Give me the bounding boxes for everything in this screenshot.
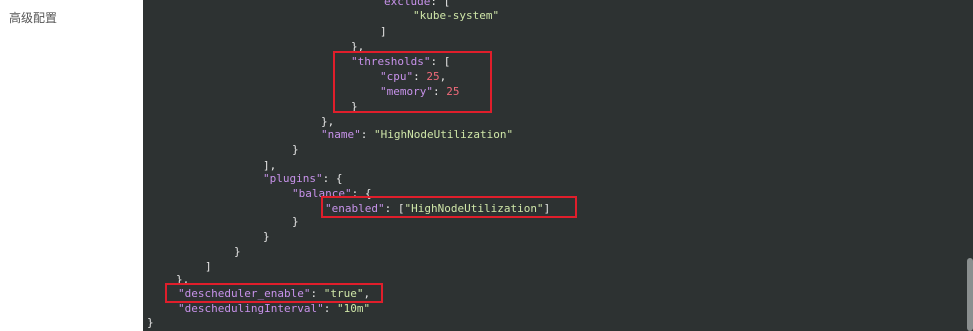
scrollbar-thumb[interactable] [967, 258, 973, 331]
code-line: } [234, 245, 241, 258]
code-line: "deschedulingInterval": "10m" [178, 302, 371, 315]
enabled-highlight-box [321, 196, 577, 218]
code-line: "kube-system" [413, 9, 500, 22]
code-line: } [292, 143, 299, 156]
code-line: } [263, 230, 270, 243]
code-line: "plugins": { [263, 172, 343, 185]
descheduler-enable-highlight-box [165, 283, 383, 303]
thresholds-highlight-box [333, 51, 492, 113]
code-line: "name": "HighNodeUtilization" [321, 128, 514, 141]
json-code-editor[interactable]: exclude: [ "kube-system" ] }, "threshold… [143, 0, 973, 331]
code-line: } [147, 316, 154, 329]
code-line: ] [205, 260, 212, 273]
code-line: } [292, 215, 299, 228]
code-line: ] [380, 25, 387, 38]
advanced-config-label: 高级配置 [9, 11, 58, 25]
